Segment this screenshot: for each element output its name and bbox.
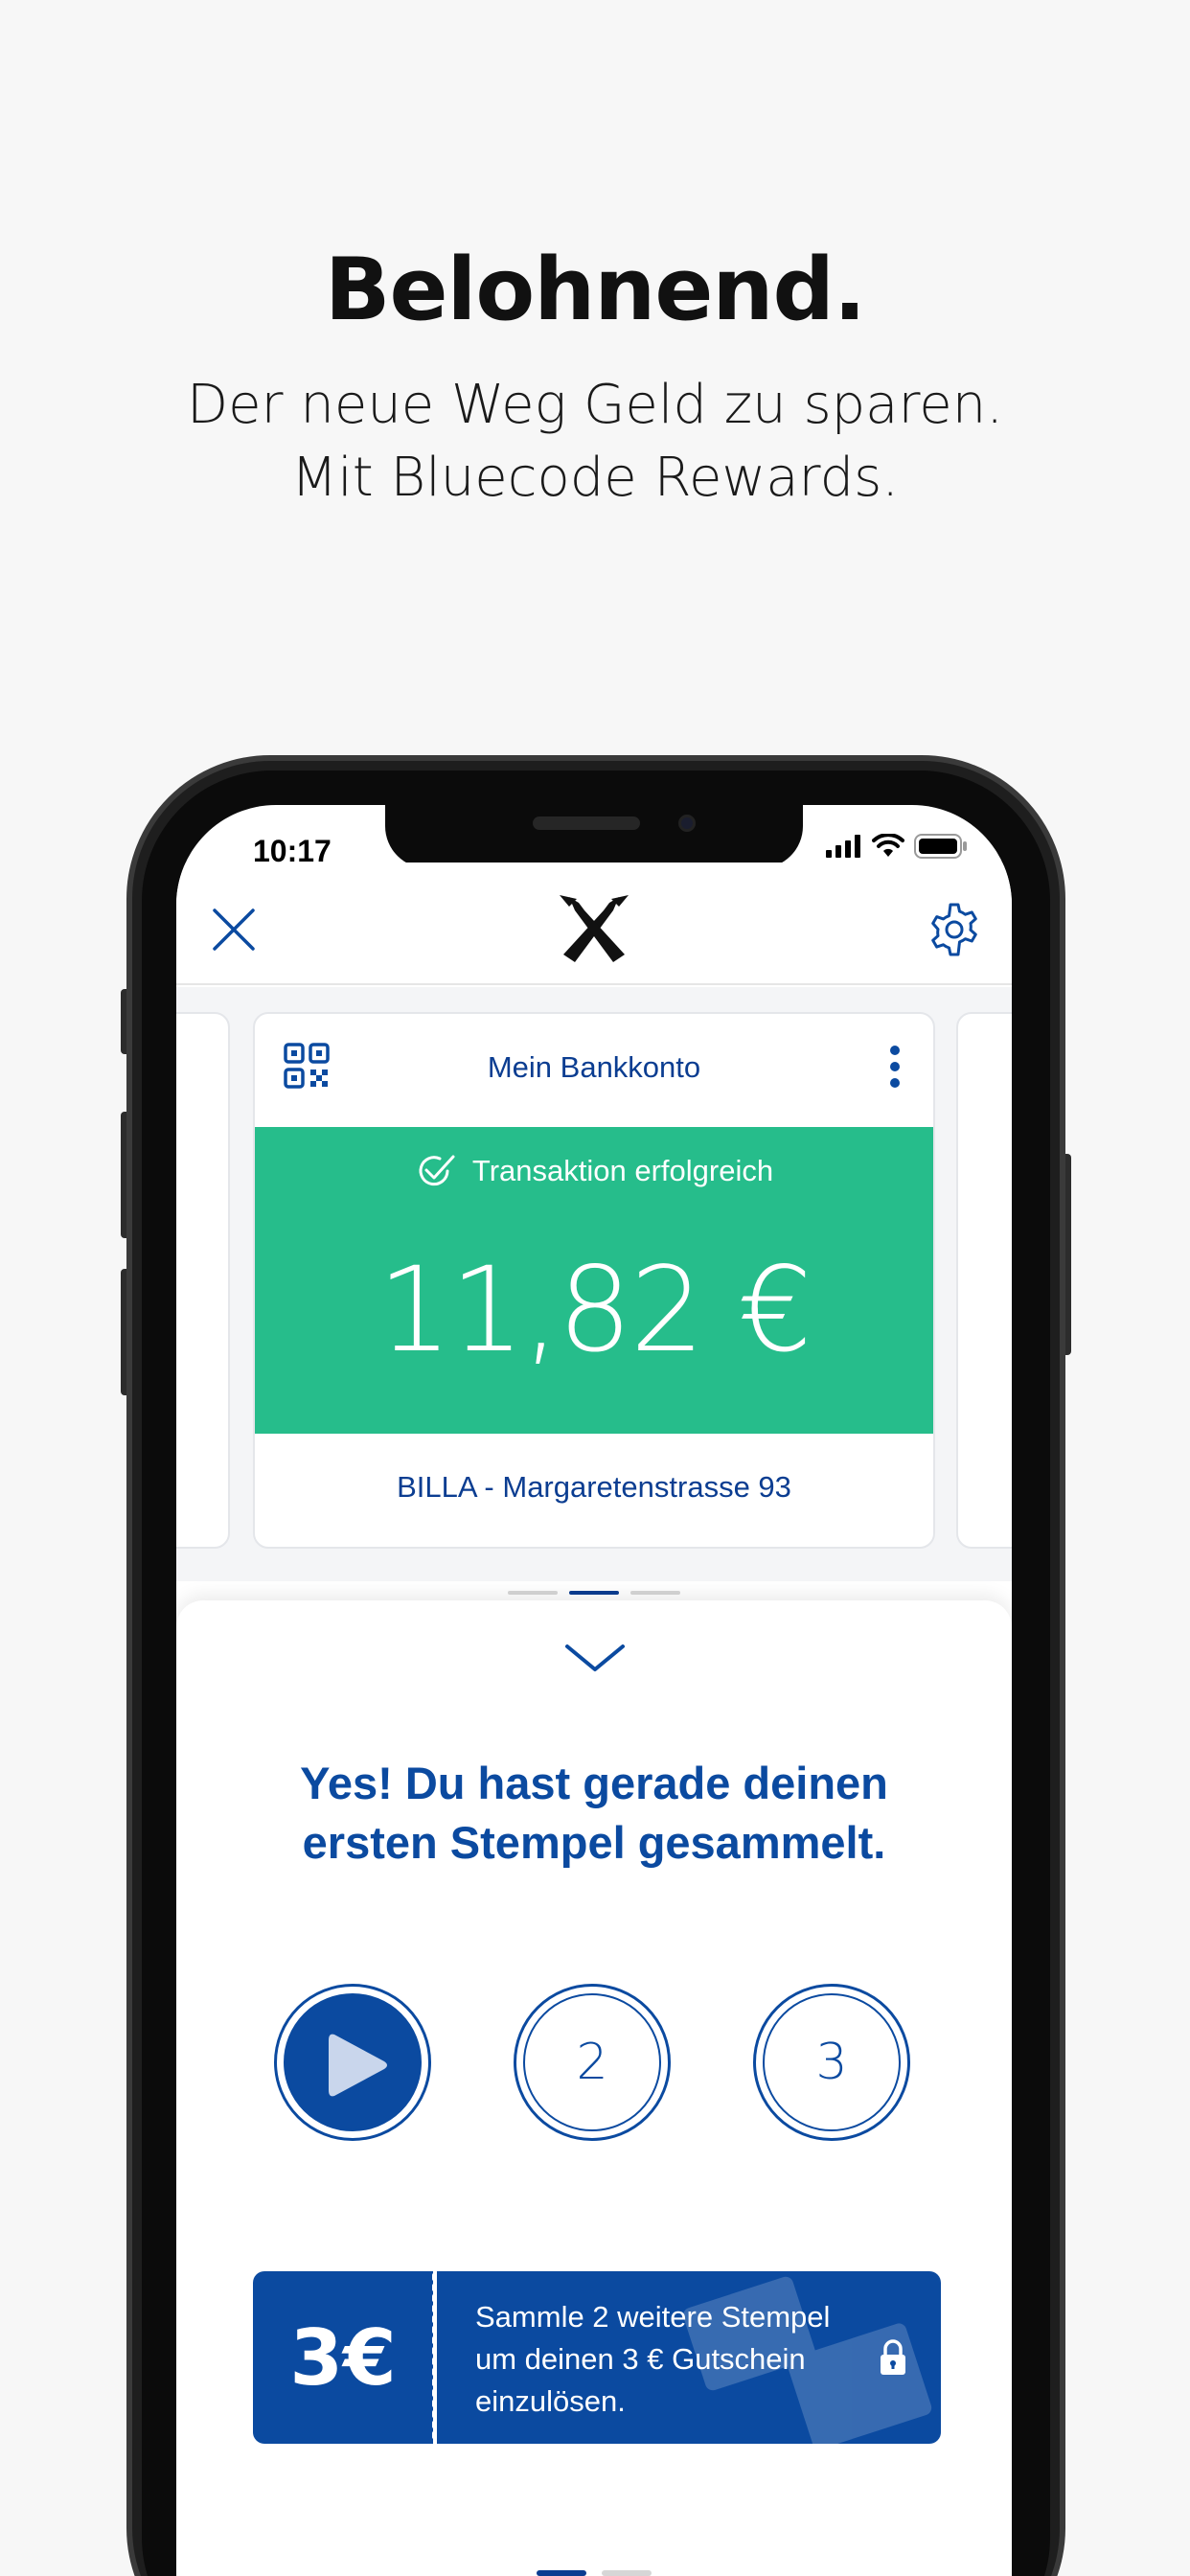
transaction-status-label: Transaktion erfolgreich [471,1154,774,1187]
more-vertical-icon[interactable] [885,1043,904,1091]
chevron-down-icon[interactable] [561,1639,629,1677]
stamp-3: 3 [753,1984,910,2141]
voucher-description: Sammle 2 weitere Stempel um deinen 3 € G… [475,2296,878,2423]
gear-icon[interactable] [926,901,983,958]
card-header: Mein Bankkonto [255,1014,933,1127]
subheadline-line-1: Der neue Weg Geld zu sparen. [186,374,1004,436]
close-icon[interactable] [209,905,259,954]
previous-card[interactable] [176,1012,230,1549]
reward-message-line-1: Yes! Du hast gerade deinen [300,1758,888,1808]
next-card[interactable] [956,1012,1012,1549]
battery-icon [914,834,967,859]
stamp-2-number: 2 [576,2034,608,2091]
transaction-status: Transaktion erfolgreich [255,1152,933,1190]
headline: Belohnend. [324,240,866,340]
voucher-value: 3€ [253,2271,433,2444]
payment-card[interactable]: Mein Bankkonto Transaktion erfolgreich 1… [253,1012,935,1549]
reward-message-line-2: ersten Stempel gesammelt. [302,1817,886,1868]
transaction-panel: Transaktion erfolgreich 11,82 € [255,1127,933,1434]
play-stamp-icon [329,2034,387,2097]
notch [385,805,803,868]
rewards-pager-dot-active[interactable] [537,2570,586,2576]
account-name: Mein Bankkonto [487,1050,701,1084]
speaker-grille [533,816,640,830]
pager-dot[interactable] [630,1591,680,1595]
rewards-pager-dot[interactable] [602,2570,652,2576]
voucher-info: Sammle 2 weitere Stempel um deinen 3 € G… [437,2271,941,2444]
stamp-3-number: 3 [815,2034,848,2091]
stamp-1 [274,1984,431,2141]
voucher-text-line-1: Sammle 2 weitere Stempel [475,2300,831,2334]
status-icons [826,834,968,859]
transaction-amount: 11,82 € [378,1242,812,1378]
lock-icon [881,2339,905,2375]
voucher-card[interactable]: 3€ Sammle 2 weitere Stempel um deinen 3 … [253,2271,941,2444]
card-pager [176,1591,1012,1595]
front-camera [678,815,696,832]
wifi-icon [872,834,904,857]
check-circle-icon [419,1155,455,1186]
rewards-pager [176,2570,1012,2576]
voucher-text-line-2: um deinen 3 € Gutschein [475,2342,806,2376]
app-bar [176,862,1012,985]
subheadline: Der neue Weg Geld zu sparen. Mit Bluecod… [0,369,1190,515]
voucher-text-line-3: einzulösen. [475,2384,626,2418]
phone-screen: 10:17 Mein Bankkonto Transaktion erfolgr… [176,805,1012,2576]
pager-dot[interactable] [508,1591,558,1595]
signal-icon [826,835,860,858]
stamp-2: 2 [514,1984,671,2141]
subheadline-line-2: Mit Bluecode Rewards. [290,447,900,509]
rewards-sheet: Yes! Du hast gerade deinen ersten Stempe… [176,1600,1012,2576]
reward-message: Yes! Du hast gerade deinen ersten Stempe… [176,1754,1012,1873]
pager-dot-active[interactable] [569,1591,619,1595]
raiffeisen-logo [560,895,629,962]
card-carousel[interactable]: Mein Bankkonto Transaktion erfolgreich 1… [176,987,1012,1595]
merchant-name: BILLA - Margaretenstrasse 93 [397,1470,791,1504]
